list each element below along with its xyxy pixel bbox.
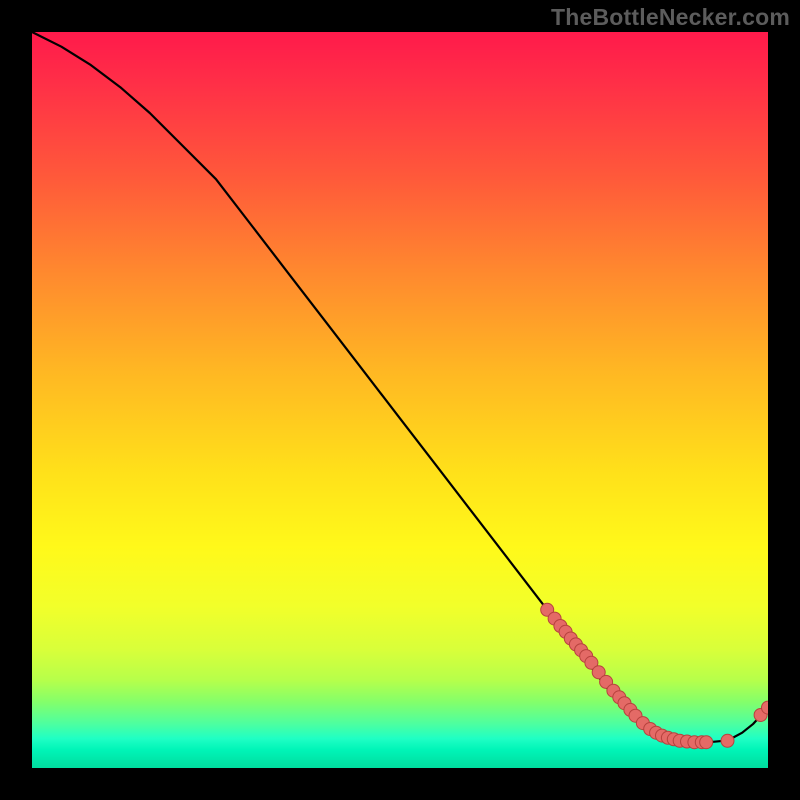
data-marker [700,736,713,749]
curve-line [32,32,768,742]
chart-stage: TheBottleNecker.com [0,0,800,800]
data-marker [721,734,734,747]
data-markers [541,603,768,748]
watermark-label: TheBottleNecker.com [551,4,790,31]
plot-area [32,32,768,768]
chart-overlay [32,32,768,768]
